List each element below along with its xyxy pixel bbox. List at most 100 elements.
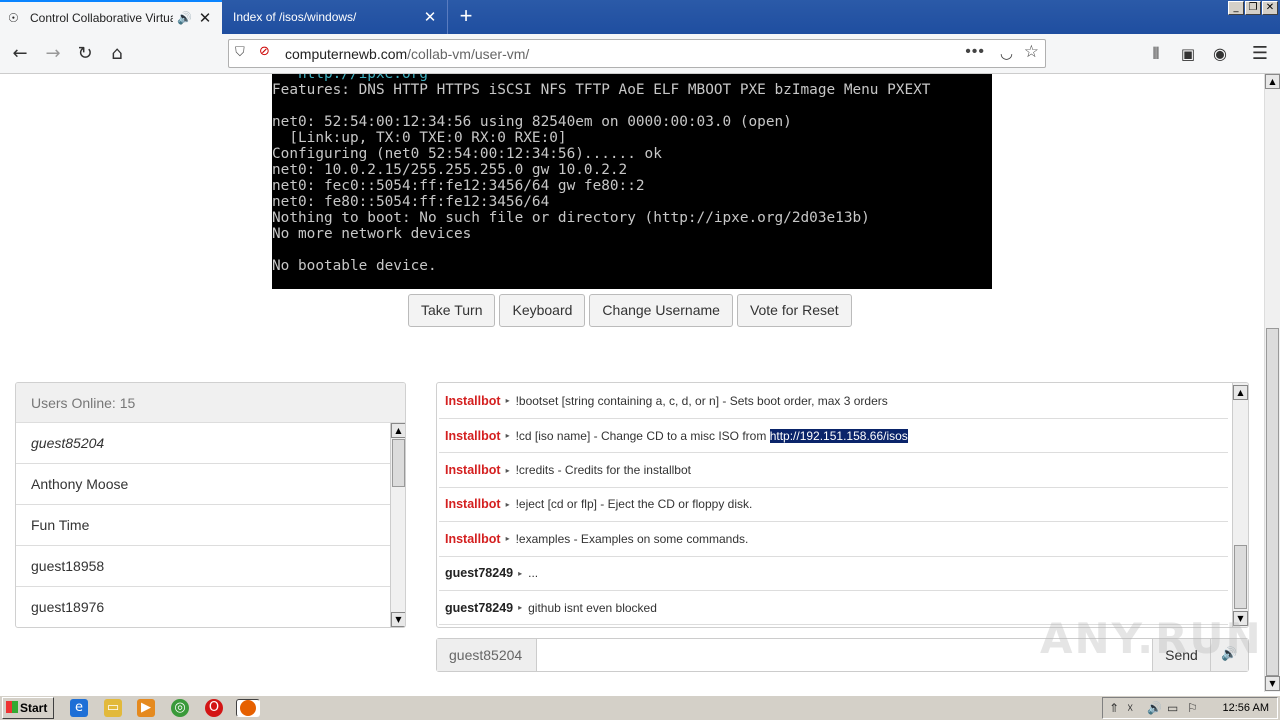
vm-console-line: No bootable device. <box>272 258 437 274</box>
close-tab-icon[interactable]: ✕ <box>421 8 439 26</box>
keyboard-button[interactable]: Keyboard <box>499 294 586 327</box>
back-arrow-icon[interactable]: ← <box>8 42 32 66</box>
user-list-item[interactable]: Anthony Moose <box>16 464 390 505</box>
tab-title: Index of /isos/windows/ <box>233 10 357 24</box>
chat-scrollbar[interactable]: ▲ ▼ <box>1232 383 1248 627</box>
firefox-icon[interactable] <box>236 699 260 717</box>
user-list-item[interactable]: guest18958 <box>16 546 390 587</box>
chat-message: Installbot ▸ !cd [iso name] - Change CD to… <box>439 419 1228 454</box>
chat-message-username: Installbot <box>445 531 501 546</box>
chat-message-text: github isnt even blocked <box>528 600 657 615</box>
url-bar[interactable]: ⛉ ⊘ computernewb.com/collab-vm/user-vm/ … <box>228 39 1046 68</box>
scroll-up-arrow-icon[interactable]: ▲ <box>1233 385 1248 400</box>
scroll-up-arrow-icon[interactable]: ▲ <box>1265 74 1280 89</box>
chat-username-label: guest85204 <box>437 639 537 671</box>
chat-panel: Installbot ▸ !bootset [string containing a… <box>436 382 1249 628</box>
reload-icon[interactable]: ↻ <box>73 42 97 66</box>
tracking-shield-icon[interactable]: ⛉ <box>235 45 245 60</box>
close-window-button[interactable]: ✕ <box>1262 1 1278 15</box>
tray-volume-icon[interactable]: 🔊 <box>1147 701 1162 715</box>
chat-message: Installbot ▸ !bootset [string containing a… <box>439 383 1228 419</box>
url-text[interactable]: computernewb.com/collab-vm/user-vm/ <box>285 46 529 62</box>
menu-icon[interactable]: ☰ <box>1248 42 1272 66</box>
folder-icon[interactable]: ▭ <box>104 699 122 717</box>
new-tab-button[interactable]: + <box>452 3 480 31</box>
vm-display[interactable]: http://ipxe.org Features: DNS HTTP HTTPS … <box>272 74 992 289</box>
vm-console-line: No more network devices <box>272 226 472 242</box>
chat-separator-icon: ▸ <box>505 465 510 475</box>
insecure-lock-icon[interactable]: ⊘ <box>259 44 270 59</box>
take-turn-button[interactable]: Take Turn <box>408 294 496 327</box>
vm-console-line <box>272 242 992 258</box>
page-content: http://ipxe.org Features: DNS HTTP HTTPS … <box>0 74 1264 692</box>
users-online-header: Users Online: 15 <box>16 383 405 423</box>
url-path: /collab-vm/user-vm/ <box>407 46 530 62</box>
home-icon[interactable]: ⌂ <box>105 42 129 66</box>
account-icon[interactable]: ◉ <box>1208 42 1232 66</box>
minimize-button[interactable]: _ <box>1228 1 1244 15</box>
vote-reset-button[interactable]: Vote for Reset <box>736 294 852 327</box>
vm-console-line <box>272 98 992 114</box>
tab-collab-vm[interactable]: ☉ Control Collaborative Virtual M 🔊 ✕ <box>0 0 222 34</box>
chat-message-text: !cd [iso name] - Change CD to a misc ISO… <box>515 428 767 443</box>
restore-button[interactable]: ❐ <box>1245 1 1261 15</box>
vm-console-line: [Link:up, TX:0 TXE:0 RX:0 RXE:0] <box>272 130 567 146</box>
scroll-thumb[interactable] <box>392 439 405 487</box>
forward-arrow-icon[interactable]: → <box>41 42 65 66</box>
url-host: computernewb.com <box>285 46 408 62</box>
chat-message-text: !bootset [string containing a, c, d, or … <box>515 393 888 408</box>
scroll-up-arrow-icon[interactable]: ▲ <box>391 423 405 438</box>
internet-explorer-icon[interactable]: e <box>70 699 88 717</box>
tab-index-isos[interactable]: Index of /isos/windows/ ✕ <box>222 0 448 34</box>
vm-console-line: net0: fec0::5054:ff:fe12:3456/64 gw fe80… <box>272 178 645 194</box>
start-label: Start <box>20 701 48 715</box>
vm-console-line: net0: 10.0.2.15/255.255.255.0 gw 10.0.2.… <box>272 162 628 178</box>
scroll-thumb[interactable] <box>1234 545 1247 609</box>
chat-message: Installbot ▸ !credits - Credits for the in… <box>439 453 1228 488</box>
chat-message-text: ... <box>528 566 539 581</box>
chat-message-text: !eject [cd or flp] - Eject the CD or flo… <box>515 497 753 512</box>
scroll-down-arrow-icon[interactable]: ▼ <box>1265 676 1280 691</box>
chat-message-username: Installbot <box>445 463 501 478</box>
page-actions-icon[interactable]: ••• <box>965 43 985 61</box>
chat-message: Installbot ▸ !examples - Examples on some … <box>439 522 1228 557</box>
site-favicon-icon: ☉ <box>8 11 19 25</box>
chat-message-username: Installbot <box>445 393 501 408</box>
change-username-button[interactable]: Change Username <box>589 294 733 327</box>
windows-logo-icon <box>6 701 18 713</box>
chat-message-link[interactable]: http://192.151.158.66/isos <box>769 428 908 443</box>
chat-message-username: Installbot <box>445 497 501 512</box>
user-list-item[interactable]: Fun Time <box>16 505 390 546</box>
opera-icon[interactable]: O <box>205 699 223 717</box>
tray-expand-icon[interactable]: ⇑ <box>1109 701 1119 715</box>
scroll-down-arrow-icon[interactable]: ▼ <box>391 612 405 627</box>
vm-console-line: Features: DNS HTTP HTTPS iSCSI NFS TFTP … <box>272 82 931 98</box>
chrome-icon[interactable]: ◎ <box>171 699 189 717</box>
tray-network-icon[interactable]: ☓ <box>1127 701 1133 715</box>
tray-flag-icon[interactable]: ⚐ <box>1187 701 1198 715</box>
users-list: guest85204 Anthony Moose Fun Time guest1895… <box>16 423 390 627</box>
users-scrollbar[interactable]: ▲ ▼ <box>390 423 405 627</box>
chat-separator-icon: ▸ <box>505 534 510 544</box>
scroll-thumb[interactable] <box>1266 328 1279 676</box>
tray-display-icon[interactable]: ▭ <box>1167 701 1178 715</box>
start-button[interactable]: Start <box>2 697 54 719</box>
system-tray: ⇑ ☓ 🔊 ▭ ⚐ 12:56 AM <box>1102 697 1278 719</box>
close-tab-icon[interactable]: ✕ <box>196 9 214 27</box>
library-icon[interactable]: ⫴ <box>1144 42 1168 66</box>
page-scrollbar[interactable]: ▲ ▼ <box>1264 74 1280 692</box>
chat-message-username: Installbot <box>445 428 501 443</box>
speaker-icon[interactable]: 🔊 <box>177 11 192 25</box>
window-controls: _ ❐ ✕ <box>1228 1 1278 15</box>
chat-message-username: guest78249 <box>445 600 514 615</box>
chat-message-text: !credits - Credits for the installbot <box>515 463 691 478</box>
chat-message: Installbot ▸ !eject [cd or flp] - Eject th… <box>439 488 1228 523</box>
anyrun-watermark: ANY.RUN <box>1040 614 1263 663</box>
media-player-icon[interactable]: ▶ <box>137 699 155 717</box>
user-list-item[interactable]: guest85204 <box>16 423 390 464</box>
user-list-item[interactable]: guest18976 <box>16 587 390 627</box>
bookmark-star-icon[interactable]: ☆ <box>1024 42 1039 62</box>
sidebar-icon[interactable]: ▣ <box>1176 42 1200 66</box>
pocket-icon[interactable]: ◡ <box>1000 44 1013 62</box>
tab-title: Control Collaborative Virtual M <box>30 11 173 25</box>
